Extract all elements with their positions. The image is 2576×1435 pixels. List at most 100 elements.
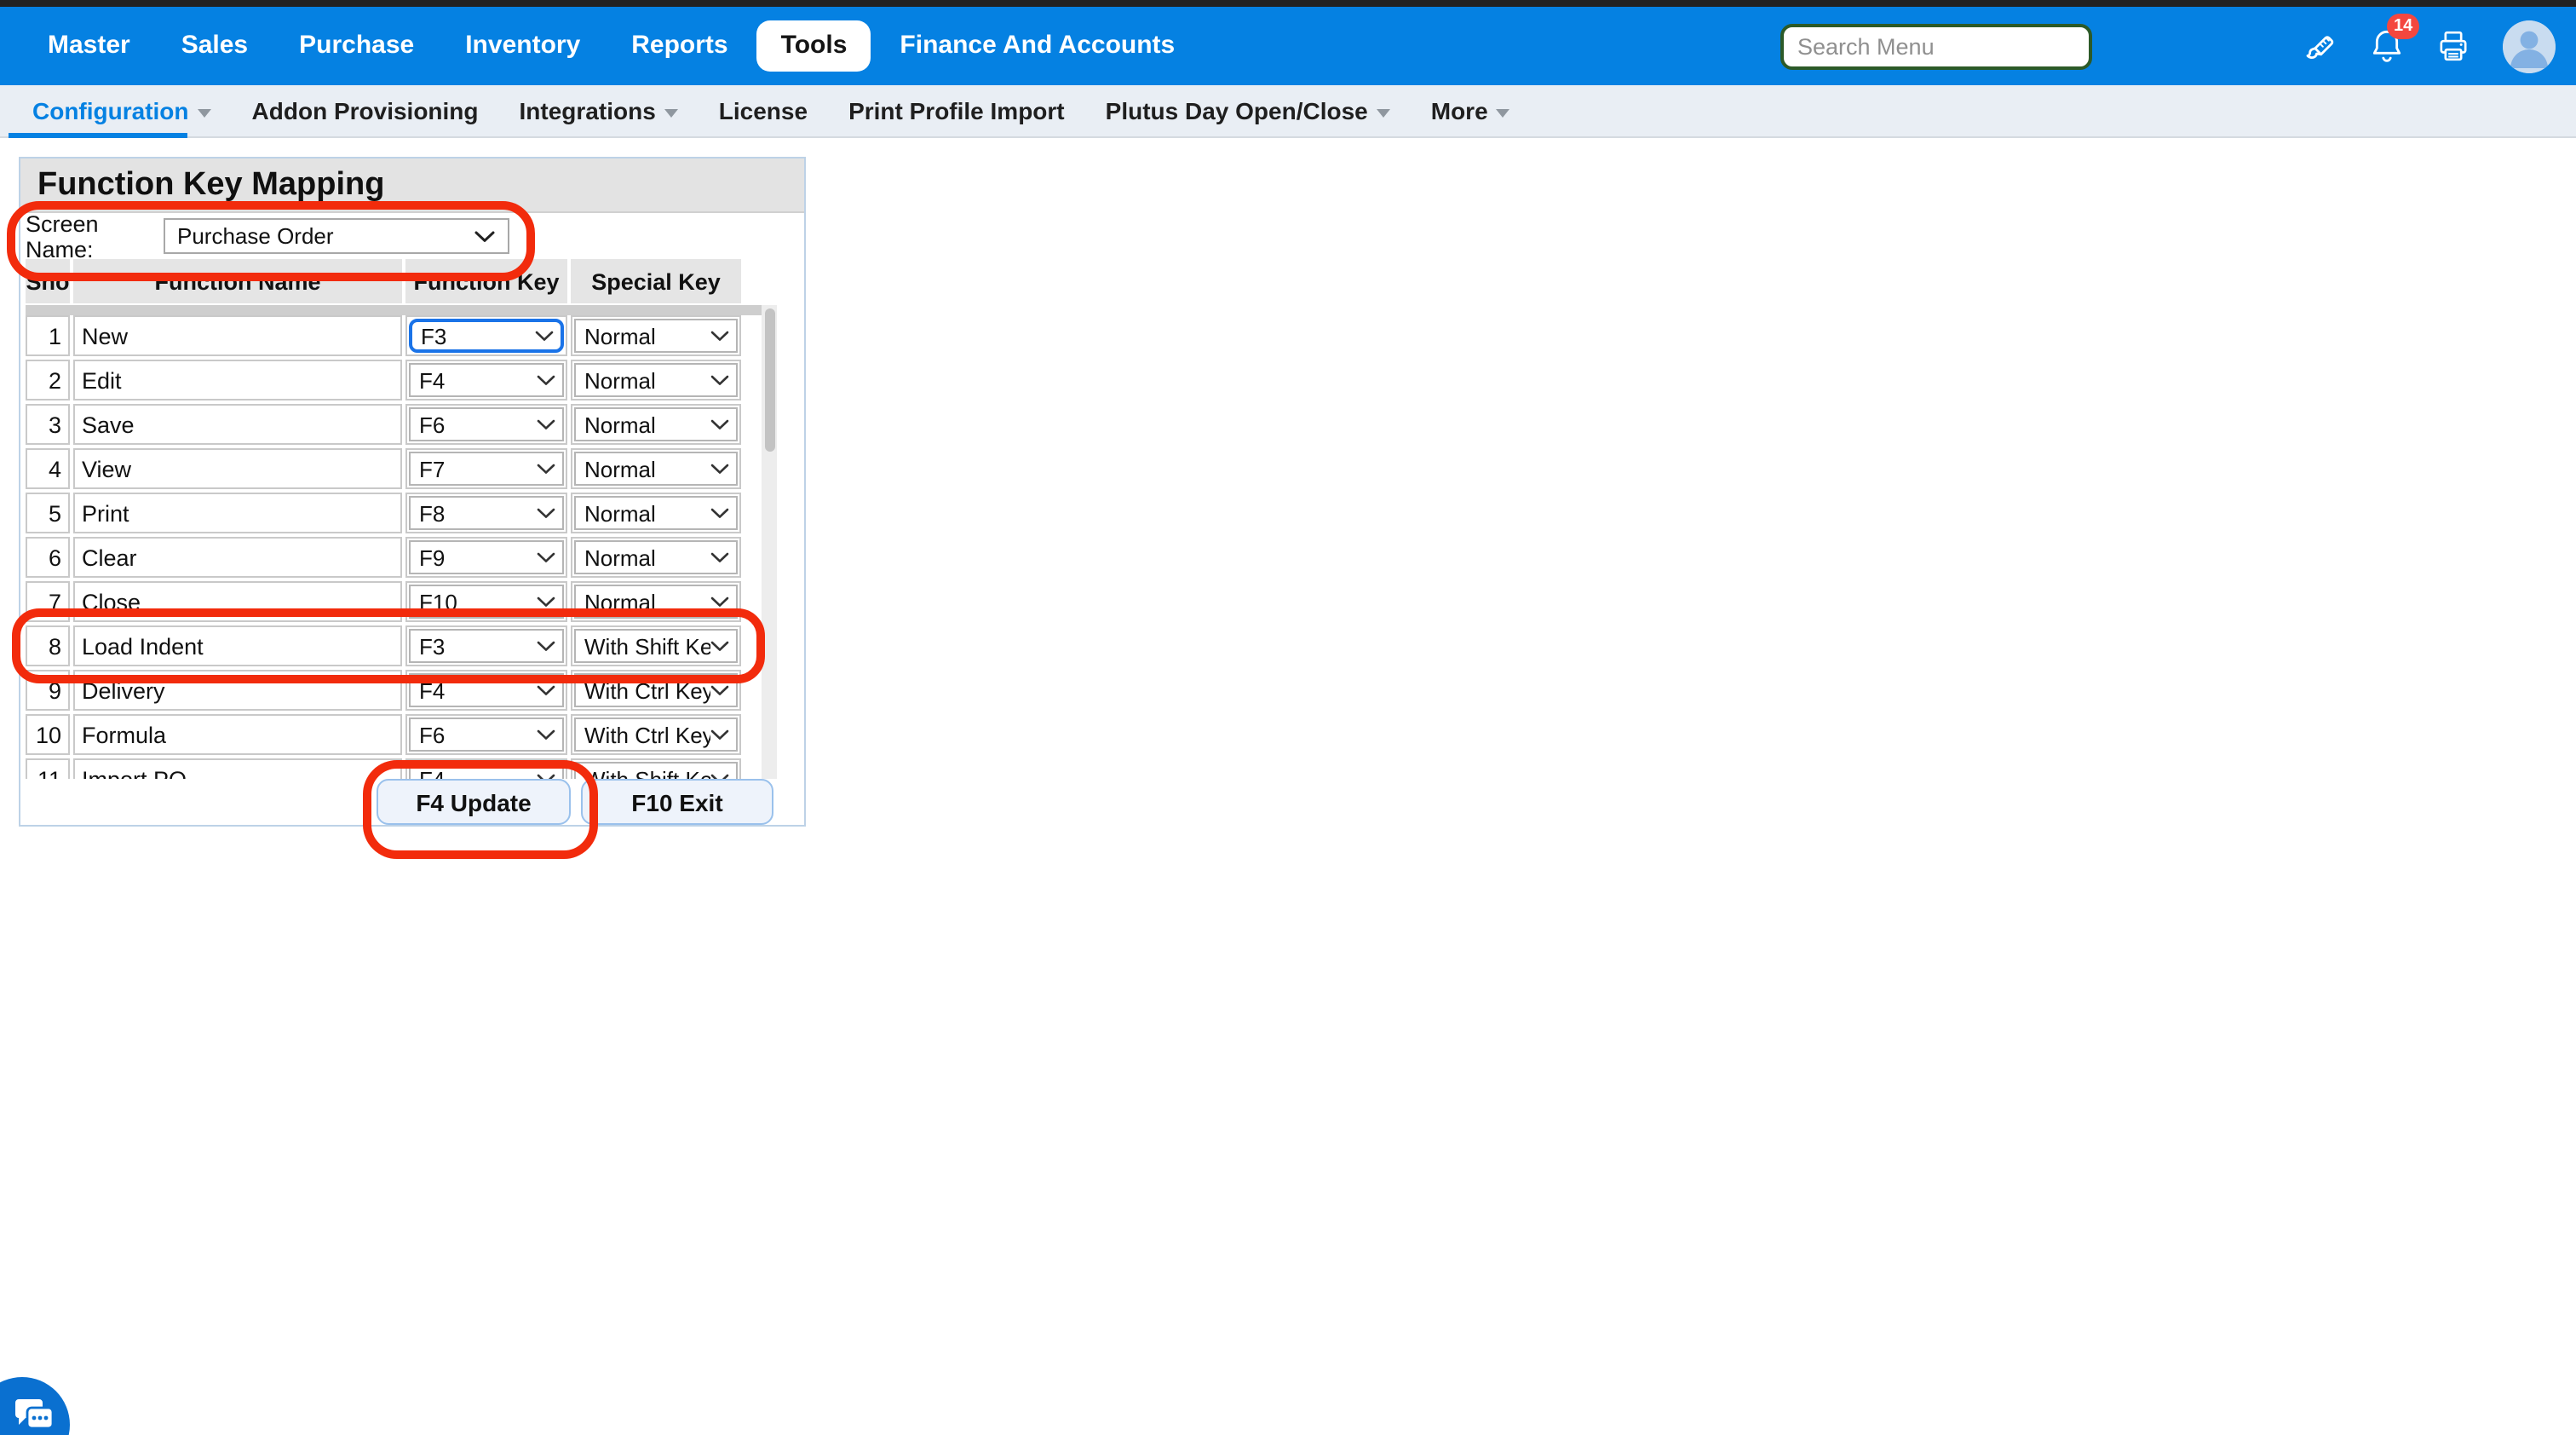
nav-item-finance-and-accounts[interactable]: Finance And Accounts [874,7,1200,85]
table-row: 3SaveF6Normal [26,404,777,445]
chevron-down-icon [710,374,729,386]
function-key-select[interactable]: F4 [409,673,564,707]
row-sno: 6 [26,537,70,578]
nav-item-purchase[interactable]: Purchase [273,7,440,85]
chevron-down-icon [710,418,729,430]
function-key-select[interactable]: F6 [409,718,564,752]
special-key-select[interactable]: Normal [574,363,738,397]
row-sno: 4 [26,448,70,489]
function-key-select[interactable]: F7 [409,452,564,486]
row-sno: 8 [26,625,70,666]
nav-item-sales[interactable]: Sales [156,7,273,85]
table-row: 4ViewF7Normal [26,448,777,489]
function-key-select[interactable]: F3 [409,629,564,663]
special-key-value: Normal [584,545,710,570]
subnav-label: Configuration [32,97,189,124]
function-key-value: F8 [419,500,537,526]
subnav-item-more[interactable]: More [1431,97,1510,124]
row-special-key-cell: With Ctrl Key [571,714,741,755]
subnav-label: License [719,97,808,124]
screen-name-select[interactable]: Purchase Order [164,218,509,254]
function-key-select[interactable]: F4 [409,363,564,397]
table-scrollbar[interactable] [762,305,777,779]
row-function-key-cell: F3 [405,625,567,666]
chevron-down-icon [198,108,211,117]
nav-item-inventory[interactable]: Inventory [440,7,606,85]
table-row: 9DeliveryF4With Ctrl Key [26,670,777,711]
printer-icon[interactable] [2436,29,2470,63]
subnav-item-license[interactable]: License [719,97,808,124]
update-button[interactable]: F4 Update [377,779,571,825]
row-function-key-cell: F4 [405,758,567,779]
window-top-strip [0,0,2576,7]
row-special-key-cell: Normal [571,360,741,401]
row-function-name: Clear [73,537,402,578]
special-key-select[interactable]: Normal [574,452,738,486]
header-special-key: Special Key [571,259,741,303]
table-row: 10FormulaF6With Ctrl Key [26,714,777,755]
subnav-label: Print Profile Import [848,97,1065,124]
subnav-item-configuration[interactable]: Configuration [32,97,211,124]
row-sno: 5 [26,493,70,533]
row-special-key-cell: Normal [571,537,741,578]
chat-fab-button[interactable] [0,1377,70,1435]
nav-item-reports[interactable]: Reports [606,7,753,85]
brush-icon[interactable] [2302,28,2337,64]
special-key-select[interactable]: With Ctrl Key [574,673,738,707]
special-key-select[interactable]: Normal [574,496,738,530]
search-input[interactable] [1780,23,2092,69]
row-function-name: Load Indent [73,625,402,666]
chevron-down-icon [537,551,555,563]
notifications-bell-icon[interactable]: 14 [2370,27,2404,65]
function-key-value: F4 [419,367,537,393]
function-key-select[interactable]: F9 [409,540,564,574]
special-key-select[interactable]: With Ctrl Key [574,718,738,752]
nav-item-tools-active[interactable]: Tools [757,20,871,72]
special-key-select[interactable]: Normal [574,407,738,441]
exit-button[interactable]: F10 Exit [581,779,773,825]
function-key-select[interactable]: F3 [409,319,564,353]
function-key-select[interactable]: F10 [409,585,564,619]
row-special-key-cell: Normal [571,315,741,356]
special-key-select[interactable]: With Shift Key [574,762,738,779]
user-avatar[interactable] [2503,20,2556,72]
screen-name-row: Screen Name: Purchase Order [20,213,804,259]
subnav-item-integrations[interactable]: Integrations [520,97,678,124]
function-key-select[interactable]: F6 [409,407,564,441]
table-row: 7CloseF10Normal [26,581,777,622]
function-key-select[interactable]: F4 [409,762,564,779]
nav-item-master[interactable]: Master [22,7,156,85]
table-row: 11Import POF4With Shift Key [26,758,777,779]
table-row: 2EditF4Normal [26,360,777,401]
special-key-select[interactable]: Normal [574,319,738,353]
subnav-item-plutus-day-open-close[interactable]: Plutus Day Open/Close [1106,97,1390,124]
chevron-down-icon [537,374,555,386]
active-tab-underline [9,132,187,138]
function-key-value: F4 [419,766,537,779]
app-window: Master Sales Purchase Inventory Reports … [0,0,2576,1435]
chevron-down-icon [710,684,729,696]
special-key-select[interactable]: With Shift Key [574,629,738,663]
row-special-key-cell: Normal [571,448,741,489]
scrollbar-thumb[interactable] [764,308,774,452]
header-function-key: Function Key [405,259,567,303]
row-function-name: Formula [73,714,402,755]
special-key-value: Normal [584,323,710,349]
chevron-down-icon [710,330,729,342]
special-key-select[interactable]: Normal [574,540,738,574]
subnav-label: More [1431,97,1488,124]
row-function-key-cell: F6 [405,404,567,445]
function-key-select[interactable]: F8 [409,496,564,530]
row-special-key-cell: With Shift Key [571,625,741,666]
row-function-key-cell: F7 [405,448,567,489]
subnav-item-addon-provisioning[interactable]: Addon Provisioning [252,97,479,124]
function-key-value: F7 [419,456,537,481]
row-function-key-cell: F4 [405,360,567,401]
row-function-name: Import PO [73,758,402,779]
chevron-down-icon [1497,108,1510,117]
row-special-key-cell: With Ctrl Key [571,670,741,711]
special-key-select[interactable]: Normal [574,585,738,619]
row-special-key-cell: Normal [571,404,741,445]
subnav-item-print-profile-import[interactable]: Print Profile Import [848,97,1065,124]
row-function-name: Edit [73,360,402,401]
